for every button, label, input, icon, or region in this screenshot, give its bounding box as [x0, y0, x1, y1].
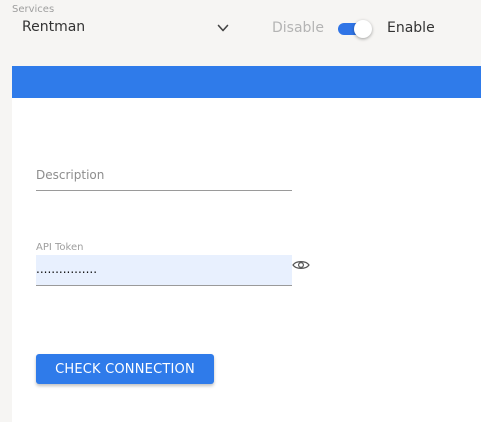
- description-field[interactable]: [36, 162, 292, 191]
- services-label: Services: [12, 4, 55, 15]
- services-toolbar: Services Rentman Disable Enable: [0, 0, 481, 66]
- api-token-input[interactable]: [36, 255, 286, 283]
- check-connection-button[interactable]: CHECK CONNECTION: [36, 354, 214, 384]
- description-input[interactable]: [36, 162, 292, 188]
- chevron-down-icon: [217, 24, 229, 32]
- enable-label: Enable: [387, 20, 435, 36]
- service-config-card: API Token CHECK CONNECTION: [12, 66, 481, 422]
- eye-icon[interactable]: [292, 258, 310, 272]
- api-token-label: API Token: [36, 242, 84, 253]
- toggle-thumb: [354, 20, 372, 38]
- services-selected-value: Rentman: [22, 19, 86, 35]
- enable-toggle[interactable]: [336, 20, 372, 38]
- disable-label: Disable: [272, 20, 324, 36]
- card-header-bar: [12, 66, 481, 98]
- services-dropdown[interactable]: Rentman: [12, 18, 234, 40]
- api-token-field[interactable]: [36, 255, 292, 286]
